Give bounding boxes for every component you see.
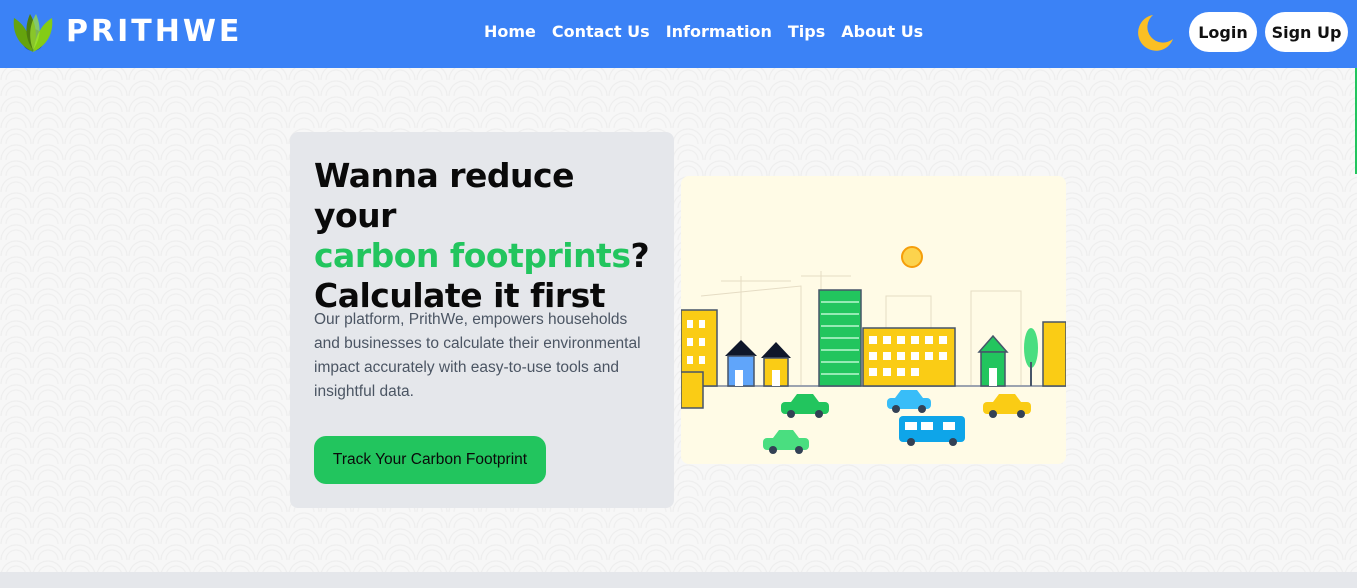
login-button[interactable]: Login [1189, 12, 1257, 52]
hero-card: Wanna reduce your carbon footprints? Cal… [290, 132, 674, 508]
brand-name[interactable]: PRITHWE [66, 14, 242, 49]
footer-strip [0, 572, 1357, 588]
signup-button[interactable]: Sign Up [1265, 12, 1348, 52]
nav-home[interactable]: Home [484, 22, 536, 41]
nav-contact-us[interactable]: Contact Us [552, 22, 650, 41]
hero-description: Our platform, PrithWe, empowers househol… [314, 311, 641, 400]
city-illustration-graphic [681, 246, 1066, 454]
nav-about-us[interactable]: About Us [841, 22, 923, 41]
headline-line-1: Wanna reduce your [314, 156, 574, 235]
headline-punct: ? [630, 236, 650, 275]
nav-tips[interactable]: Tips [788, 22, 825, 41]
headline-highlight: carbon footprints [314, 236, 631, 275]
moon-icon[interactable] [1133, 13, 1175, 53]
track-carbon-footprint-button[interactable]: Track Your Carbon Footprint [314, 436, 546, 484]
nav-information[interactable]: Information [666, 22, 772, 41]
leaf-globe-icon[interactable] [8, 10, 58, 56]
nav-links: Home Contact Us Information Tips About U… [484, 22, 923, 41]
hero-headline: Wanna reduce your carbon footprints? Cal… [314, 156, 664, 316]
navbar: PRITHWE Home Contact Us Information Tips… [0, 0, 1357, 68]
city-illustration [681, 176, 1066, 464]
